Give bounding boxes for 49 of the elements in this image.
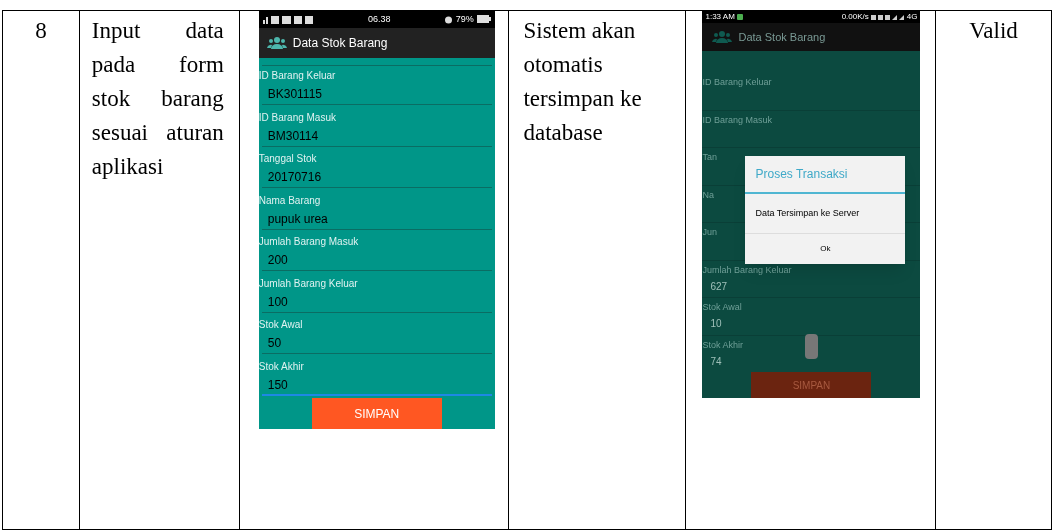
field-label: Stok Akhir — [258, 359, 304, 374]
dialog-title: Proses Transaksi — [755, 166, 848, 183]
field-value: 74 — [710, 354, 722, 369]
battery-level: 79% — [455, 12, 474, 26]
expected-result-text: Sistem akan otomatis tersimpan ke database — [523, 17, 643, 147]
field-value: 10 — [710, 317, 722, 331]
input-field[interactable]: 200 — [261, 249, 492, 271]
status-time: 06.38 — [367, 12, 391, 26]
field-label: Jumlah Barang Masuk — [258, 235, 359, 249]
field-label: Stok Awal — [258, 318, 303, 332]
field-label: Tan — [702, 151, 717, 163]
field-label: Jumlah Barang Keluar — [702, 263, 792, 276]
network-type: 4G — [906, 13, 918, 21]
field-label: Tanggal Stok — [258, 152, 317, 166]
field-label: ID Barang Masuk — [702, 113, 772, 126]
input-field[interactable]: 100 — [261, 290, 492, 313]
input-field[interactable]: BM30114 — [261, 124, 492, 147]
network-speed: 0.00K/s — [841, 13, 869, 21]
field-label: ID Barang Keluar — [258, 69, 336, 83]
result-text: Valid — [969, 18, 1018, 43]
field-label: Stok Akhir — [702, 338, 743, 351]
field-value: 627 — [710, 279, 728, 294]
field-label: Stok Awal — [702, 301, 742, 313]
input-field[interactable]: 150 — [261, 373, 492, 396]
input-field[interactable]: BK301115 — [261, 83, 492, 105]
ok-button[interactable]: Ok — [816, 243, 835, 255]
field-label: Na — [702, 188, 714, 201]
scroll-handle — [805, 334, 819, 359]
app-notification-icon — [736, 14, 743, 20]
app-title: Data Stok Barang — [292, 34, 388, 52]
battery-icon — [476, 15, 491, 24]
people-icon — [712, 31, 733, 43]
input-field[interactable]: pupuk urea — [261, 207, 492, 230]
field-label: ID Barang Keluar — [702, 76, 772, 88]
scenario-text: Input data pada form stok barang sesuai aturan aplikasi — [91, 17, 224, 181]
field-label: Nama Barang — [258, 193, 321, 208]
field-label: Jumlah Barang Keluar — [258, 276, 358, 291]
input-field[interactable]: 20170716 — [261, 166, 492, 188]
field-label: Jun — [702, 226, 717, 238]
status-time: 1:33 AM — [705, 13, 735, 21]
app-title: Data Stok Barang — [738, 29, 826, 45]
signal-icons — [870, 14, 905, 20]
input-field[interactable]: 50 — [261, 332, 492, 354]
field-label: ID Barang Masuk — [258, 110, 336, 125]
save-button[interactable]: SIMPAN — [311, 398, 442, 429]
dialog-message: Data Tersimpan ke Server — [755, 206, 860, 220]
status-icons — [262, 14, 315, 24]
row-number: 8 — [35, 18, 47, 43]
people-icon — [266, 36, 287, 49]
